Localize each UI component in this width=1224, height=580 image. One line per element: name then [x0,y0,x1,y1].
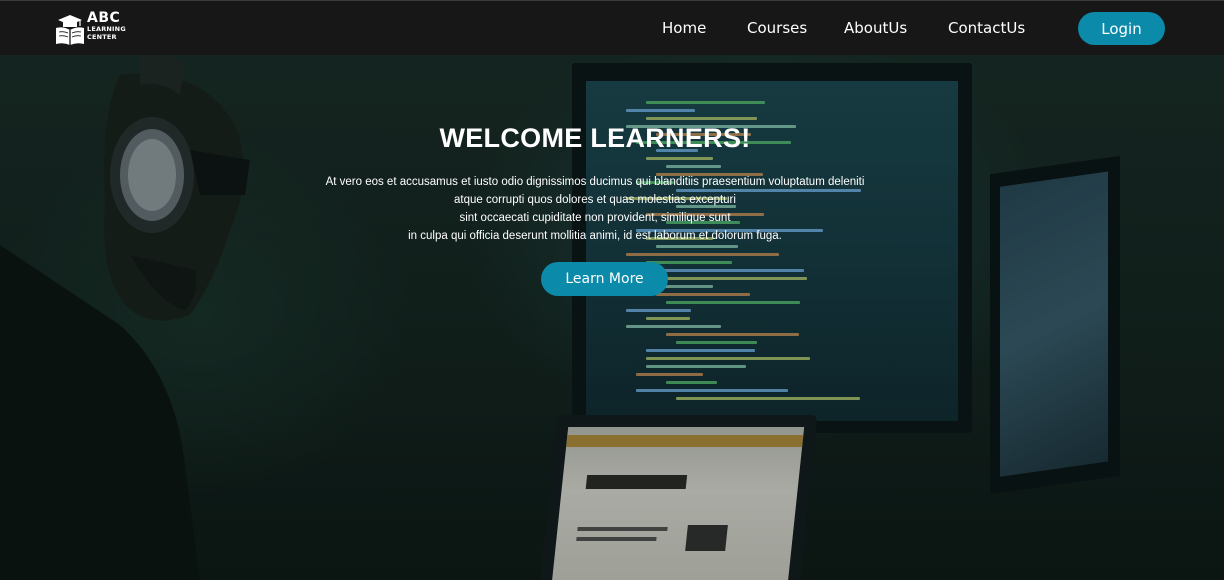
login-button[interactable]: Login [1078,12,1165,45]
hero-description-line: At vero eos et accusamus et iusto odio d… [325,176,865,188]
nav-aboutus-link[interactable]: AboutUs [844,19,907,37]
hero-title: WELCOME LEARNERS! [439,123,751,153]
navbar: ABC LEARNING CENTER Home Courses AboutUs… [0,0,1224,55]
logo[interactable]: ABC LEARNING CENTER [54,11,136,47]
nav-home-link[interactable]: Home [662,19,706,37]
nav-courses-link[interactable]: Courses [747,19,807,37]
hero-description-line: in culpa qui officia deserunt mollitia a… [408,230,782,242]
hero-section: WELCOME LEARNERS! At vero eos et accusam… [0,55,1224,580]
hero-description: At vero eos et accusamus et iusto odio d… [300,173,890,245]
nav-contactus-link[interactable]: ContactUs [948,19,1025,37]
logo-title: ABC [87,10,121,26]
hero-content: WELCOME LEARNERS! At vero eos et accusam… [0,55,1224,580]
hero-description-line: atque corrupti quos dolores et quas mole… [454,194,736,206]
open-book-graduation-cap-icon [56,15,84,45]
learn-more-button[interactable]: Learn More [541,262,668,296]
hero-description-line: sint occaecati cupiditate non provident,… [459,212,731,224]
logo-subtitle: LEARNING CENTER [87,25,126,41]
